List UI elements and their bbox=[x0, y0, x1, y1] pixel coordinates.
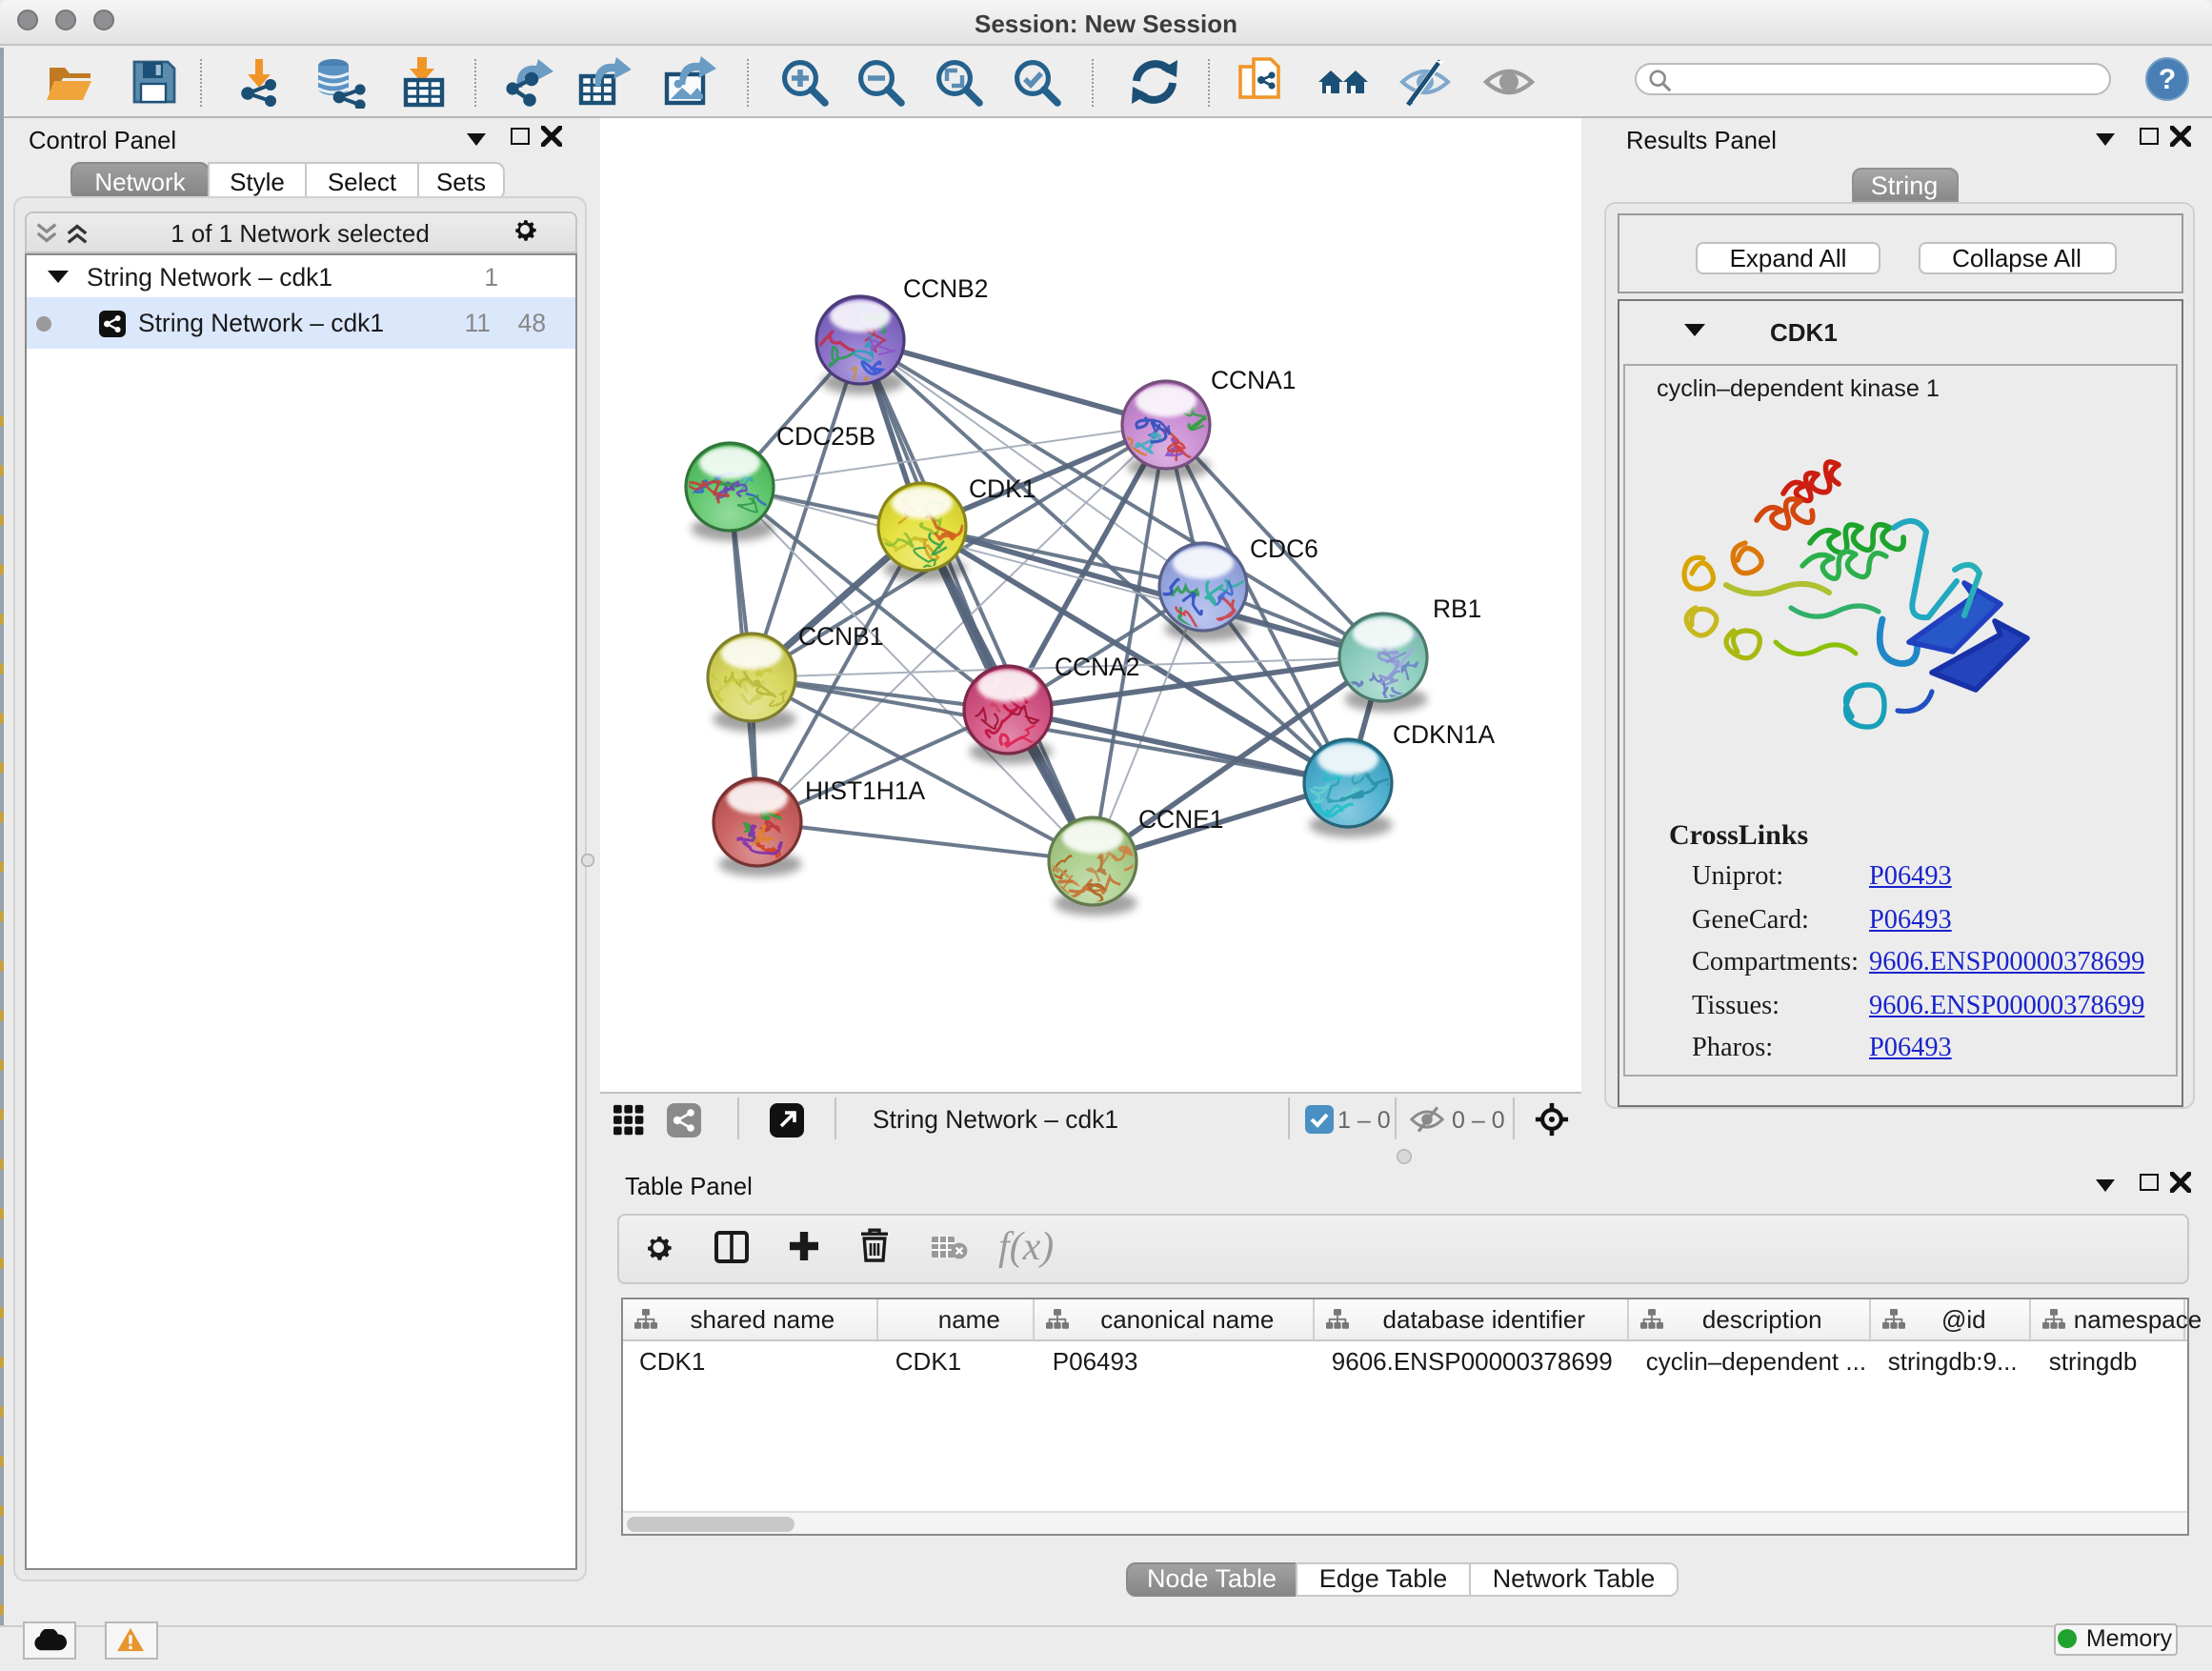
svg-text:CCNB2: CCNB2 bbox=[902, 273, 987, 302]
svg-text:CCNA1: CCNA1 bbox=[1210, 365, 1295, 393]
svg-text:CCNE1: CCNE1 bbox=[1137, 804, 1222, 833]
svg-text:CDK1: CDK1 bbox=[968, 473, 1035, 502]
svg-text:CDKN1A: CDKN1A bbox=[1392, 719, 1494, 748]
svg-text:CDC25B: CDC25B bbox=[775, 421, 875, 450]
svg-text:RB1: RB1 bbox=[1432, 594, 1480, 622]
svg-text:CCNA2: CCNA2 bbox=[1054, 652, 1138, 680]
svg-text:HIST1H1A: HIST1H1A bbox=[804, 775, 925, 804]
svg-text:CCNB1: CCNB1 bbox=[797, 621, 882, 650]
svg-text:CDC6: CDC6 bbox=[1249, 534, 1317, 562]
svg-text:?: ? bbox=[2159, 64, 2176, 95]
